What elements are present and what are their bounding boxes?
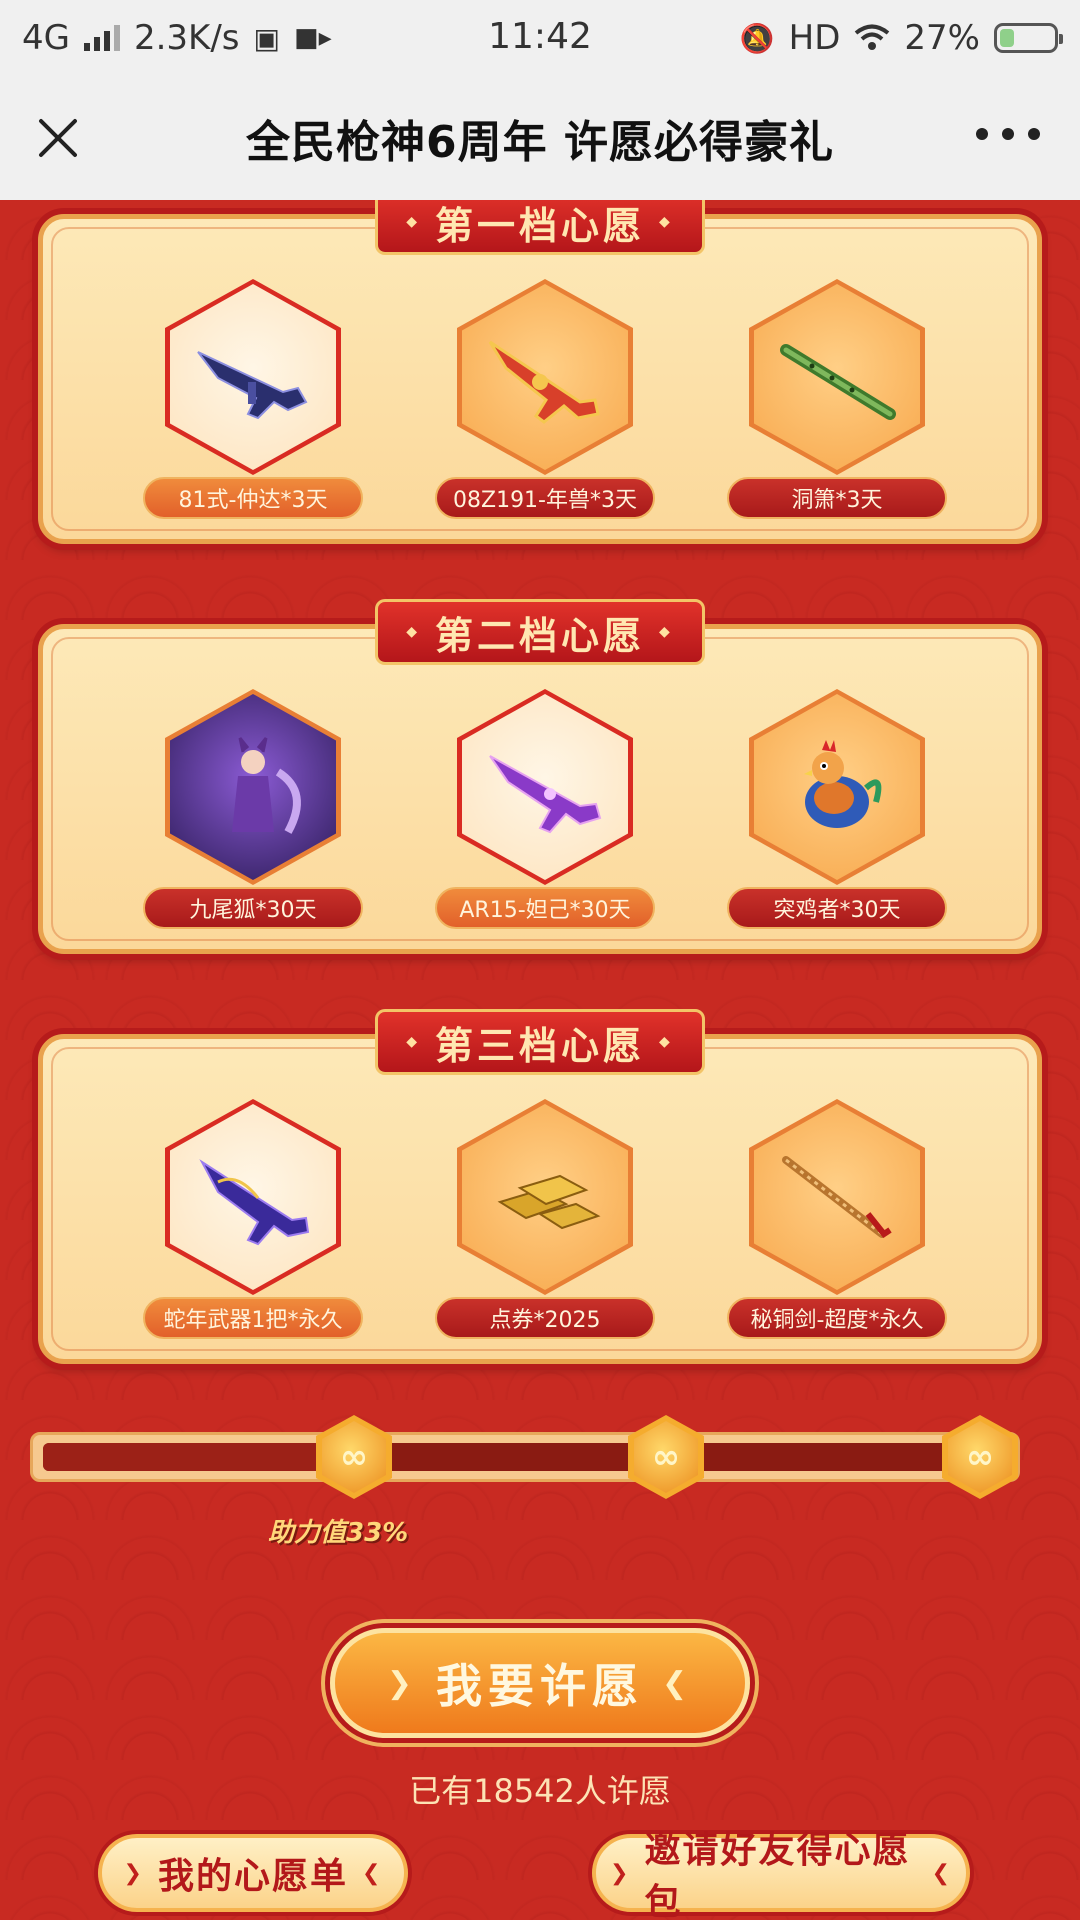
tier-panel-2: 第二档心愿 九尾狐*30天 AR15-妲己*30天 (38, 599, 1042, 954)
reward-label: AR15-妲己*30天 (435, 887, 655, 929)
status-right: 🔕 HD 27% (739, 18, 1063, 58)
reward-label: 蛇年武器1把*永久 (143, 1297, 363, 1339)
sword-icon (782, 1156, 892, 1239)
screenshot-icon: ▣ (253, 21, 280, 55)
reward-item[interactable]: 九尾狐*30天 (143, 689, 363, 929)
mute-bell-icon: 🔕 (739, 21, 775, 55)
reward-label: 洞箫*3天 (727, 477, 947, 519)
tier-title: 第三档心愿 (375, 1009, 705, 1075)
purple-rifle-icon (489, 755, 602, 834)
battery-percent: 27% (904, 18, 980, 58)
chevron-right-icon: ❯ (386, 1665, 418, 1701)
reward-label: 九尾狐*30天 (143, 887, 363, 929)
invite-friends-button[interactable]: ❯ 邀请好友得心愿包 ❮ (592, 1830, 970, 1920)
page-title: 全民枪神6周年 许愿必得豪礼 (246, 117, 834, 168)
close-icon[interactable] (30, 110, 86, 166)
reward-item[interactable]: 蛇年武器1把*永久 (143, 1099, 363, 1339)
milestone-2-icon[interactable]: ∞ (628, 1415, 704, 1499)
reward-item[interactable]: 点券*2025 (435, 1099, 655, 1339)
tier-panel-3: 第三档心愿 蛇年武器1把*永久 点券*2025 (38, 1009, 1042, 1364)
reward-label: 81式-仲达*3天 (143, 477, 363, 519)
gold-coupon-icon (497, 1174, 601, 1230)
tier-panel-1: 第一档心愿 81式-仲达*3天 08Z191-年兽*3天 (38, 200, 1042, 544)
network-type: 4G (22, 18, 70, 58)
progress-label: 助力值33% (268, 1518, 409, 1548)
progress-bar (30, 1432, 1020, 1482)
reward-item[interactable]: 洞箫*3天 (727, 279, 947, 519)
milestone-1-icon[interactable]: ∞ (316, 1415, 392, 1499)
chevron-left-icon: ❮ (662, 1665, 694, 1701)
tier-title: 第一档心愿 (375, 200, 705, 255)
golden-rifle-icon (488, 340, 600, 424)
invite-friends-label: 邀请好友得心愿包 (644, 1830, 911, 1920)
content: 第一档心愿 81式-仲达*3天 08Z191-年兽*3天 (0, 200, 1080, 1920)
hd-indicator: HD (788, 18, 841, 58)
reward-item[interactable]: 秘铜剑-超度*永久 (727, 1099, 947, 1339)
reward-label: 突鸡者*30天 (727, 887, 947, 929)
chevron-right-icon: ❯ (123, 1860, 144, 1886)
tier-title: 第二档心愿 (375, 599, 705, 665)
reward-item[interactable]: 突鸡者*30天 (727, 689, 947, 929)
status-left: 4G 2.3K/s ▣ ■▸ (22, 18, 332, 58)
my-wishlist-button[interactable]: ❯ 我的心愿单 ❮ (98, 1834, 408, 1912)
reward-item[interactable]: 81式-仲达*3天 (143, 279, 363, 519)
wish-count: 已有18542人许愿 (409, 1772, 671, 1810)
more-icon[interactable] (976, 128, 1040, 140)
milestone-3-icon[interactable]: ∞ (942, 1415, 1018, 1499)
chevron-left-icon: ❮ (362, 1860, 383, 1886)
chevron-left-icon: ❮ (931, 1860, 952, 1886)
rifle-icon (197, 351, 308, 420)
wish-button-label: 我要许愿 (436, 1659, 644, 1713)
reward-item[interactable]: 08Z191-年兽*3天 (435, 279, 655, 519)
flute-icon (780, 344, 896, 420)
title-bar: 全民枪神6周年 许愿必得豪礼 (0, 76, 1080, 200)
network-speed: 2.3K/s (133, 18, 240, 58)
battery-icon (994, 23, 1063, 53)
snake-rifle-icon (199, 1159, 310, 1246)
reward-label: 点券*2025 (435, 1297, 655, 1339)
status-bar: 4G 2.3K/s ▣ ■▸ 11:42 🔕 HD 27% (0, 0, 1080, 76)
chevron-right-icon: ❯ (610, 1860, 631, 1886)
video-icon: ■▸ (294, 23, 332, 53)
wish-button[interactable]: ❯ 我要许愿 ❮ (330, 1628, 750, 1738)
reward-label: 08Z191-年兽*3天 (435, 477, 655, 519)
reward-label: 秘铜剑-超度*永久 (727, 1297, 947, 1339)
signal-icon (83, 25, 120, 51)
wifi-icon (855, 24, 890, 50)
my-wishlist-label: 我的心愿单 (157, 1856, 348, 1897)
rooster-icon (804, 740, 882, 828)
fox-character-icon (232, 737, 301, 834)
progress-fill (43, 1443, 362, 1471)
reward-item[interactable]: AR15-妲己*30天 (435, 689, 655, 929)
